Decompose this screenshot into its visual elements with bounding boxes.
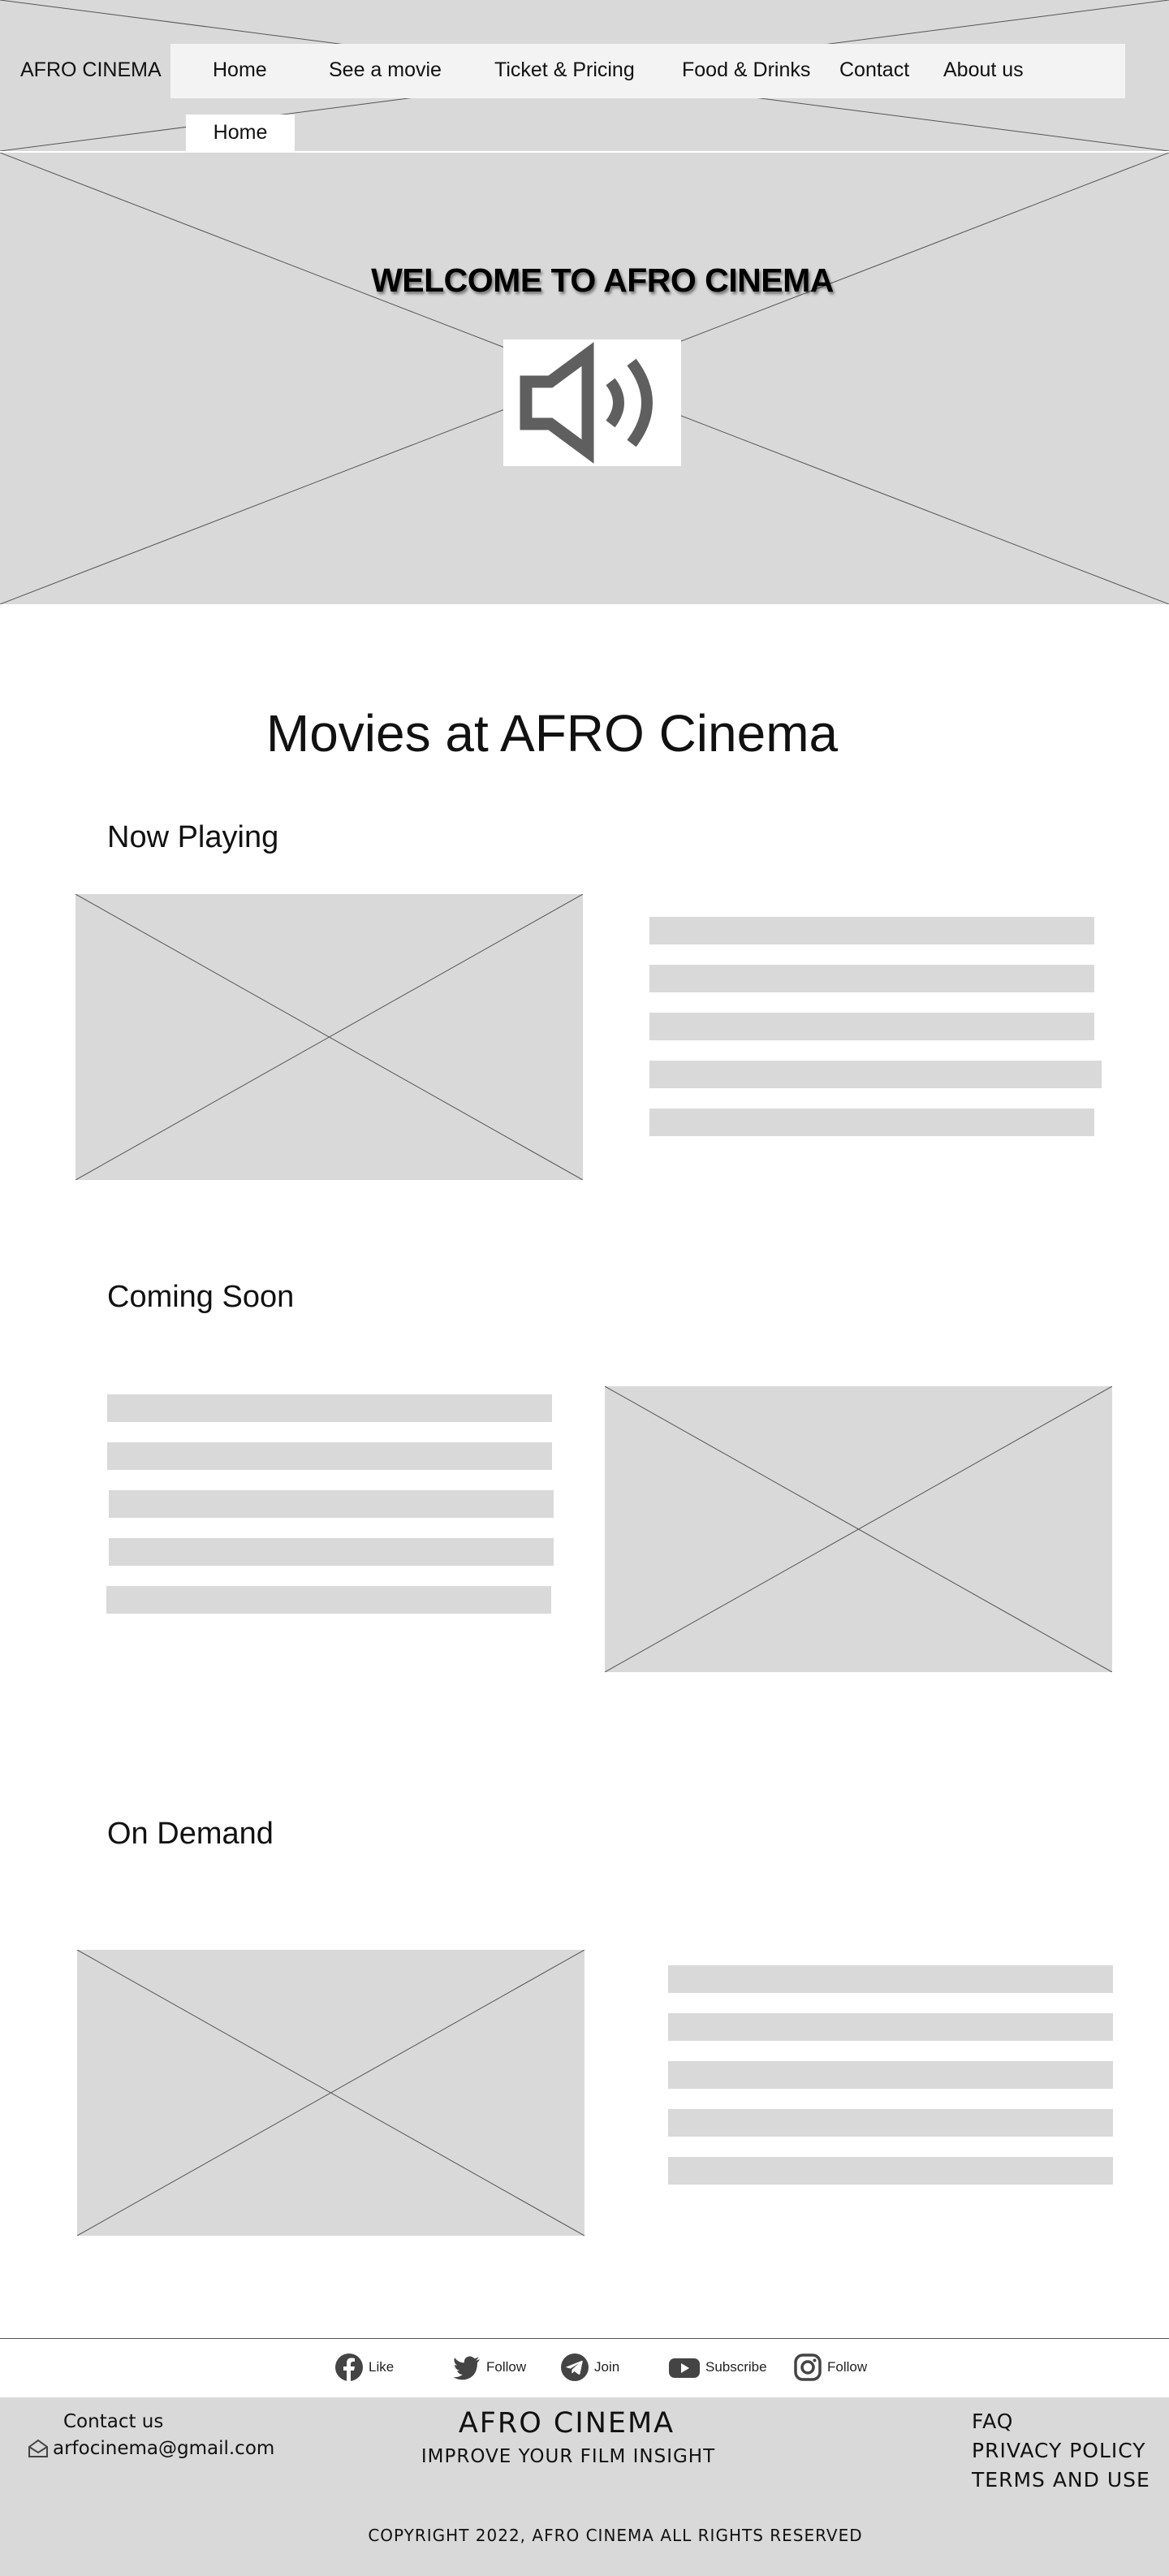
- nav-home[interactable]: Home: [213, 58, 267, 82]
- coming-soon-text-line: [107, 1442, 552, 1470]
- on-demand-text-line: [668, 2157, 1113, 2185]
- social-facebook[interactable]: Like: [334, 2353, 394, 2382]
- facebook-icon: [335, 2353, 363, 2382]
- on-demand-text-line: [668, 2061, 1113, 2089]
- brand-logo[interactable]: AFRO CINEMA: [20, 58, 162, 82]
- telegram-icon: [561, 2353, 589, 2381]
- now-playing-text-line: [649, 917, 1094, 944]
- image-placeholder-cross: [605, 1386, 1112, 1672]
- social-divider: [0, 2338, 1169, 2339]
- now-playing-text-line: [649, 1013, 1094, 1040]
- footer-link-faq[interactable]: FAQ: [972, 2410, 1013, 2433]
- now-playing-text-line: [649, 1109, 1094, 1136]
- social-label: Follow: [486, 2359, 527, 2375]
- social-telegram[interactable]: Join: [560, 2353, 619, 2382]
- social-twitter[interactable]: Follow: [452, 2353, 526, 2382]
- youtube-icon: [669, 2358, 700, 2378]
- image-placeholder-cross: [77, 1950, 584, 2236]
- nav-contact[interactable]: Contact: [839, 58, 909, 82]
- active-tab-label: Home: [213, 121, 268, 144]
- coming-soon-text-line: [107, 1394, 552, 1422]
- footer-copyright: COPYRIGHT 2022, AFRO CINEMA ALL RIGHTS R…: [368, 2526, 863, 2545]
- on-demand-image[interactable]: [77, 1950, 584, 2236]
- coming-soon-text-line: [106, 1586, 551, 1614]
- footer: Contact us arfocinema@gmail.com AFRO CIN…: [0, 2397, 1169, 2576]
- social-label: Follow: [827, 2359, 868, 2375]
- image-placeholder-cross: [75, 894, 583, 1180]
- section-title-coming-soon: Coming Soon: [107, 1280, 295, 1314]
- hero-banner: WELCOME TO AFRO CINEMA: [0, 153, 1169, 604]
- social-label: Join: [594, 2359, 620, 2375]
- now-playing-image[interactable]: [75, 894, 583, 1180]
- footer-link-privacy-policy[interactable]: PRIVACY POLICY: [972, 2439, 1146, 2462]
- main-title: Movies at AFRO Cinema: [265, 704, 839, 763]
- footer-brand: AFRO CINEMA: [458, 2407, 675, 2440]
- on-demand-text-line: [668, 2013, 1113, 2041]
- footer-tagline: IMPROVE YOUR FILM INSIGHT: [421, 2446, 716, 2467]
- nav-see-a-movie[interactable]: See a movie: [329, 58, 442, 82]
- section-title-on-demand: On Demand: [107, 1817, 274, 1851]
- coming-soon-image[interactable]: [605, 1386, 1112, 1672]
- instagram-icon: [794, 2353, 822, 2381]
- footer-link-terms-and-use[interactable]: TERMS AND USE: [972, 2468, 1150, 2492]
- nav-about-us[interactable]: About us: [943, 58, 1024, 82]
- now-playing-text-line: [649, 1061, 1102, 1088]
- social-youtube[interactable]: Subscribe: [668, 2353, 767, 2382]
- on-demand-text-line: [668, 2109, 1113, 2137]
- coming-soon-text-line: [109, 1490, 554, 1518]
- nav-food-drinks[interactable]: Food & Drinks: [682, 58, 810, 82]
- section-title-now-playing: Now Playing: [107, 820, 279, 854]
- speaker-icon: [520, 342, 653, 464]
- header: AFRO CINEMA Home See a movie Ticket & Pr…: [0, 0, 1169, 151]
- social-label: Like: [369, 2359, 395, 2375]
- twitter-icon: [453, 2356, 480, 2380]
- social-instagram[interactable]: Follow: [793, 2353, 867, 2382]
- active-tab-home[interactable]: Home: [186, 115, 295, 151]
- coming-soon-text-line: [109, 1538, 554, 1566]
- nav-ticket-pricing[interactable]: Ticket & Pricing: [494, 58, 635, 82]
- hero-title: WELCOME TO AFRO CINEMA: [371, 261, 834, 299]
- now-playing-text-line: [649, 965, 1094, 992]
- social-label: Subscribe: [705, 2359, 767, 2375]
- on-demand-text-line: [668, 1965, 1113, 1993]
- audio-button[interactable]: [503, 339, 681, 466]
